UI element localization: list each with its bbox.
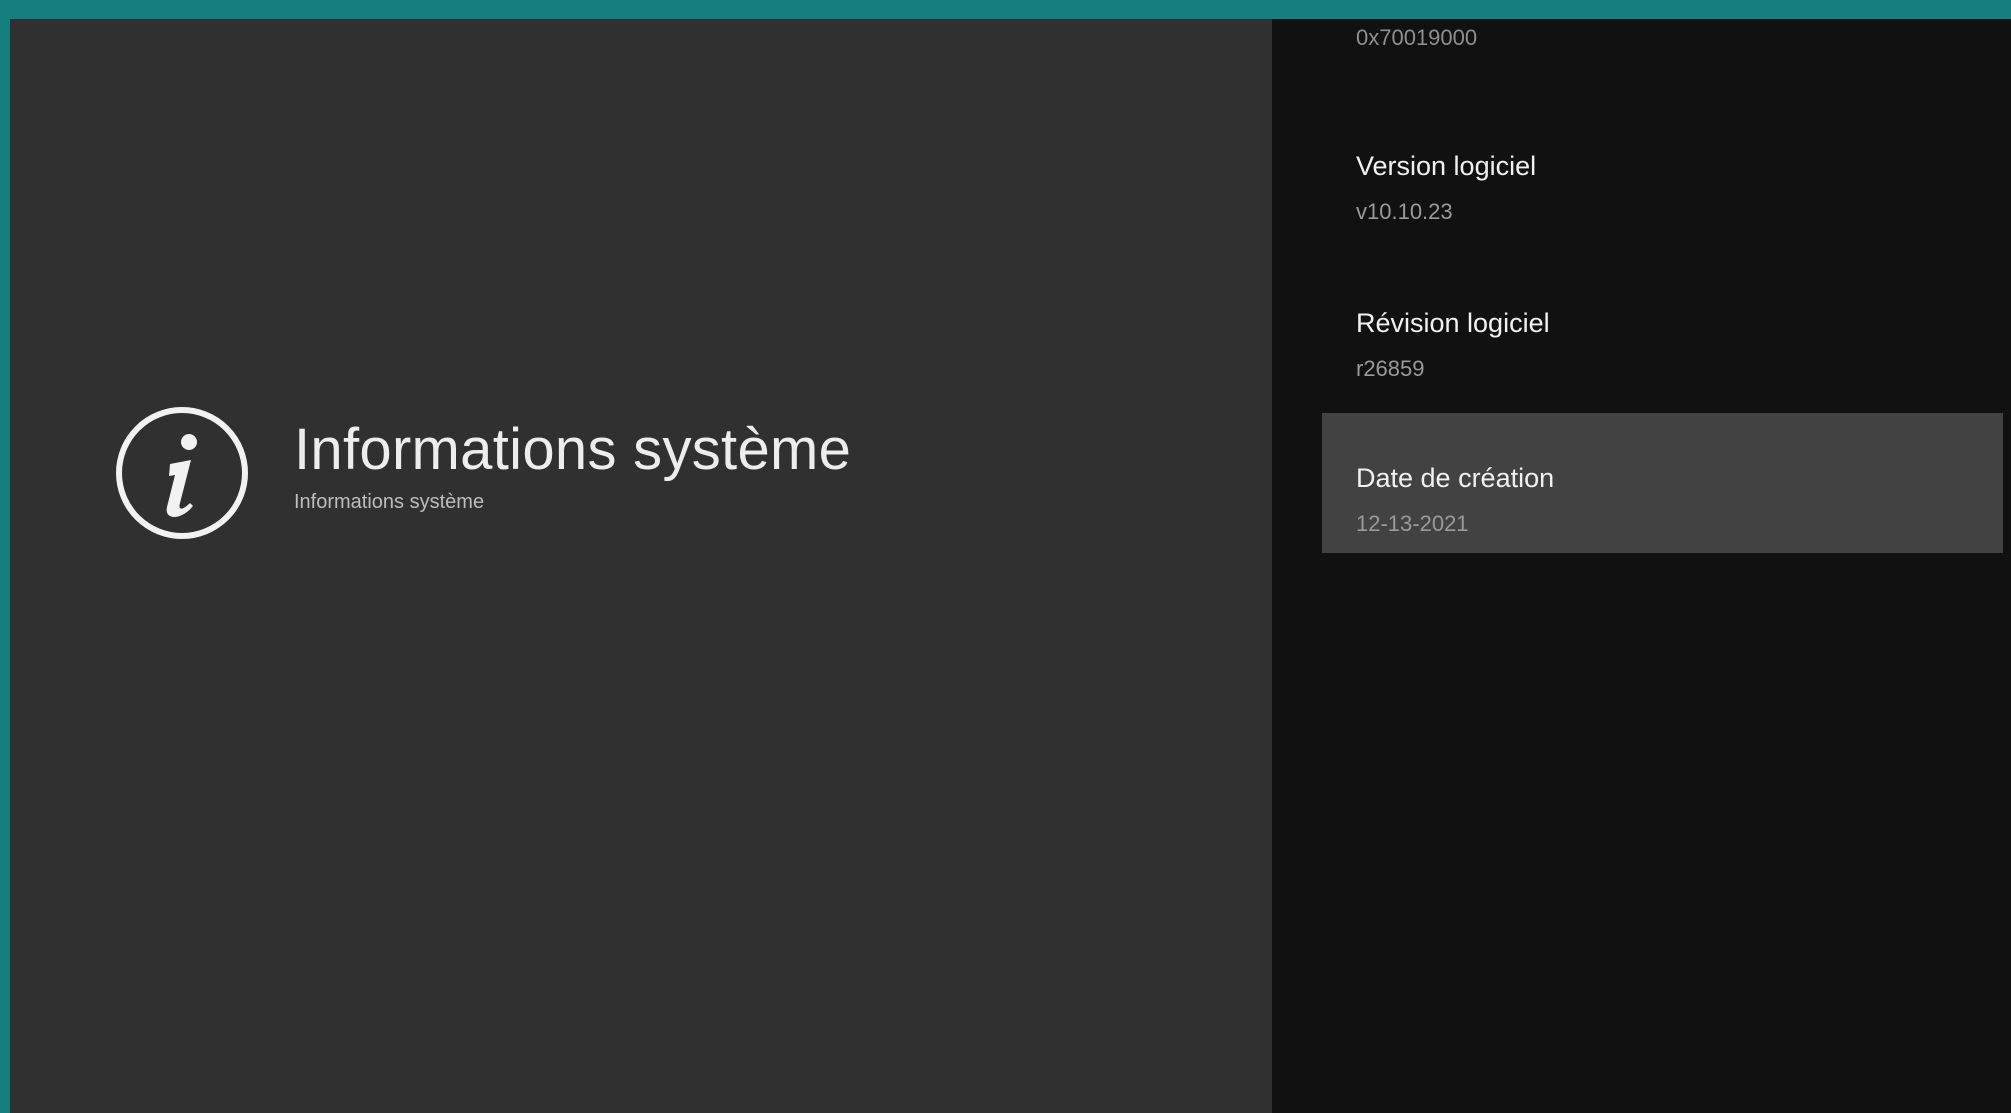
- detail-item-label: Révision logiciel: [1356, 308, 1550, 338]
- screen: Informations système Informations systèm…: [10, 19, 2011, 1113]
- detail-item-software-version[interactable]: Version logiciel v10.10.23: [1322, 115, 2003, 255]
- details-list[interactable]: 0x70019000 Version logiciel v10.10.23 Ré…: [1272, 19, 2011, 1113]
- detail-item-label: Version logiciel: [1356, 151, 1537, 181]
- detail-item-value: 12-13-2021: [1356, 511, 1469, 536]
- partial-detail-value: 0x70019000: [1356, 25, 1478, 50]
- detail-item-build-date[interactable]: Date de création 12-13-2021: [1322, 413, 2003, 553]
- page-header: Informations système Informations systèm…: [114, 405, 851, 541]
- info-circle-icon: [116, 407, 248, 539]
- guidance-pane: Informations système Informations systèm…: [10, 19, 1272, 1113]
- page-title: Informations système: [294, 416, 852, 482]
- detail-item-value: r26859: [1356, 356, 1425, 381]
- detail-item-label: Date de création: [1356, 463, 1555, 493]
- page-subtitle: Informations système: [294, 491, 485, 514]
- detail-item-software-revision[interactable]: Révision logiciel r26859: [1322, 272, 2003, 412]
- header-text: Informations système Informations systèm…: [294, 416, 852, 515]
- detail-item-value: v10.10.23: [1356, 199, 1453, 224]
